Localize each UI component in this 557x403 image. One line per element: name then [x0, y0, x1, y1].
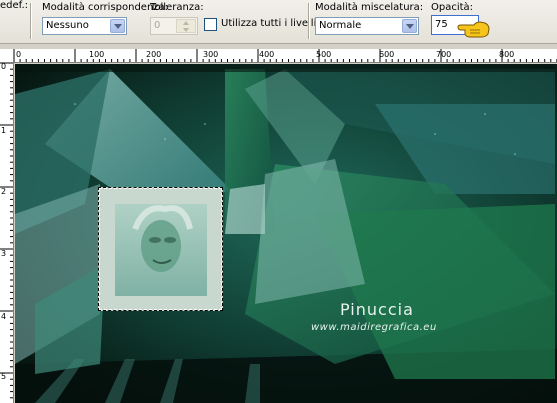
- toolbar-separator: [308, 3, 310, 39]
- ruler-ticks: [0, 63, 13, 399]
- opacity-label: Opacità:: [431, 2, 474, 13]
- ruler-label: 300: [203, 50, 219, 59]
- artwork: [15, 64, 557, 403]
- tool-options-bar: edef.: Modalità corrispondenza: Nessuno …: [0, 0, 557, 49]
- match-mode-dropdown[interactable]: Nessuno: [42, 17, 127, 35]
- chevron-down-icon[interactable]: [402, 19, 417, 33]
- selection-marquee[interactable]: [98, 187, 223, 311]
- ruler-label: 200: [146, 50, 162, 59]
- tolerance-spinbox[interactable]: 0: [150, 17, 198, 35]
- blend-mode-label: Modalità miscelatura:: [315, 2, 424, 13]
- ruler-label: 100: [89, 50, 105, 59]
- toolbar-separator: [30, 3, 32, 39]
- ruler-label: 3: [1, 249, 7, 258]
- opacity-value: 75: [435, 19, 448, 30]
- preset-label: edef.:: [0, 0, 28, 11]
- pointing-hand-cursor-icon: [457, 21, 490, 38]
- spinner-arrows-icon[interactable]: [176, 19, 196, 33]
- ruler-label: 500: [316, 50, 332, 59]
- ruler-label: 2: [1, 187, 7, 196]
- tolerance-value: 0: [154, 20, 161, 31]
- ruler-label: 0: [1, 63, 7, 71]
- blend-mode-dropdown[interactable]: Normale: [315, 17, 419, 35]
- ruler-label: 4: [1, 312, 7, 321]
- ruler-label: 700: [436, 50, 452, 59]
- match-mode-value: Nessuno: [46, 20, 89, 31]
- use-all-layers-checkbox[interactable]: [204, 18, 217, 31]
- watermark-site: www.maidiregrafica.eu: [311, 322, 437, 333]
- vertical-ruler: 0 1 2 3 4 5: [0, 63, 14, 403]
- ruler-label: 800: [499, 50, 515, 59]
- ruler-label: 400: [259, 50, 275, 59]
- image-canvas[interactable]: Pinuccia www.maidiregrafica.eu: [15, 64, 557, 403]
- horizontal-ruler: 0 100 200 300 400 500 600 700 800: [14, 49, 557, 63]
- chevron-down-icon[interactable]: [110, 19, 125, 33]
- ruler-label: 600: [379, 50, 395, 59]
- use-all-layers-label: Utilizza tutti i livelli: [221, 18, 317, 29]
- tolerance-label: Tolleranza:: [150, 2, 204, 13]
- ruler-label: 1: [1, 126, 7, 135]
- watermark-name: Pinuccia: [340, 300, 414, 319]
- blend-mode-value: Normale: [319, 20, 362, 31]
- ruler-corner: [0, 49, 14, 63]
- ruler-label: 5: [1, 372, 7, 381]
- ruler-label: 0: [16, 50, 22, 59]
